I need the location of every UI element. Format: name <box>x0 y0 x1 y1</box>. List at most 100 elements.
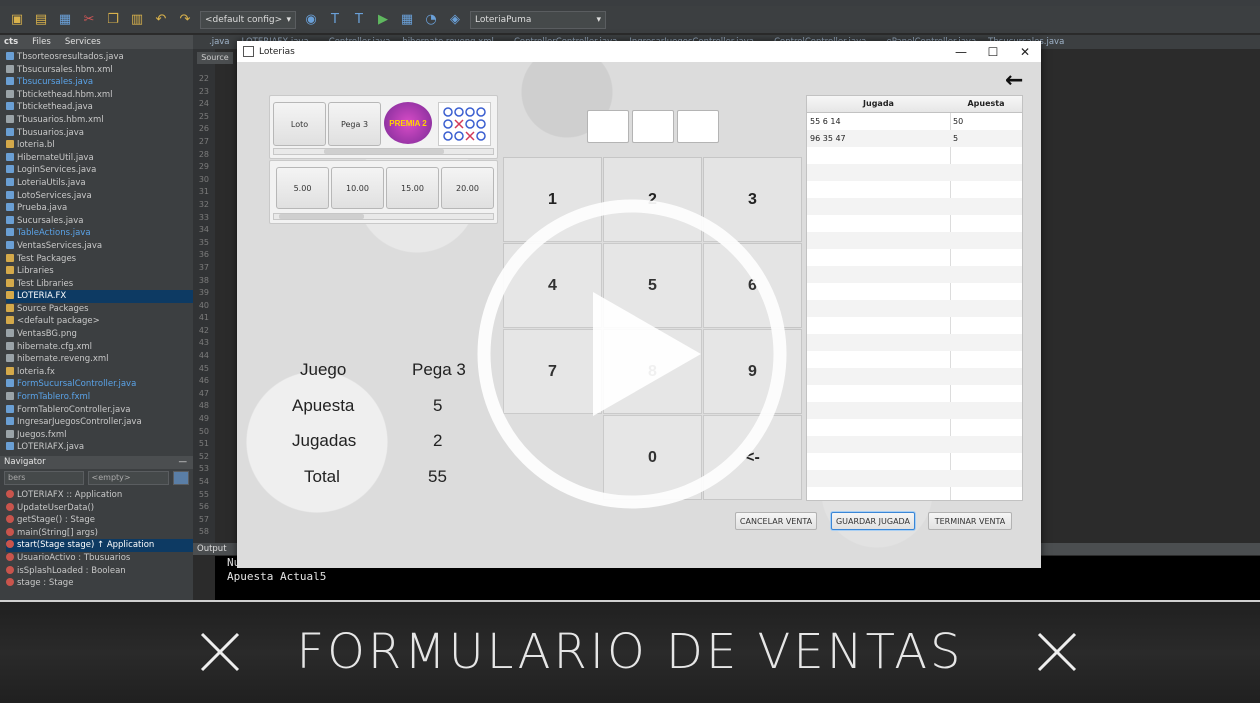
table-row[interactable] <box>807 402 1022 419</box>
tree-item[interactable]: Source Packages <box>6 303 193 316</box>
table-row[interactable] <box>807 368 1022 385</box>
tree-item[interactable]: Tbsucursales.java <box>6 76 193 89</box>
table-row[interactable] <box>807 198 1022 215</box>
tree-item[interactable]: IngresarJuegosController.java <box>6 416 193 429</box>
minimize-icon[interactable]: — <box>179 456 188 469</box>
project-combo[interactable]: LoteriaPuma ▾ <box>470 10 606 29</box>
tree-item[interactable]: Tbtickethead.java <box>6 101 193 114</box>
tree-item[interactable]: HibernateUtil.java <box>6 152 193 165</box>
table-row[interactable] <box>807 164 1022 181</box>
table-row[interactable] <box>807 147 1022 164</box>
tree-item[interactable]: <default package> <box>6 315 193 328</box>
game-button-loto[interactable]: Loto <box>273 102 326 146</box>
tree-item[interactable]: Test Libraries <box>6 278 193 291</box>
globe-icon[interactable]: ◉ <box>302 11 320 29</box>
tree-item[interactable]: Tbtickethead.hbm.xml <box>6 89 193 102</box>
table-row[interactable] <box>807 215 1022 232</box>
cut-icon[interactable]: ✂ <box>80 11 98 29</box>
java-icon[interactable]: ◈ <box>446 11 464 29</box>
table-row[interactable] <box>807 181 1022 198</box>
tree-item[interactable]: Test Packages <box>6 253 193 266</box>
navigator-item[interactable]: getStage() : Stage <box>6 514 193 527</box>
output-title[interactable]: Output <box>197 544 227 554</box>
table-row[interactable] <box>807 351 1022 368</box>
navigator-item[interactable]: main(String[] args) <box>6 527 193 540</box>
source-tab[interactable]: Source <box>197 52 233 64</box>
grid-game-logo[interactable] <box>438 102 491 146</box>
table-row[interactable] <box>807 470 1022 487</box>
table-row[interactable] <box>807 419 1022 436</box>
maximize-button[interactable]: ☐ <box>977 41 1009 62</box>
tree-item[interactable]: FormTableroController.java <box>6 404 193 417</box>
tree-item[interactable]: LotoServices.java <box>6 190 193 203</box>
table-row[interactable]: 55 6 14 50 <box>807 113 1022 130</box>
tree-item[interactable]: FormTablero.fxml <box>6 391 193 404</box>
tree-item[interactable]: hibernate.reveng.xml <box>6 353 193 366</box>
tree-item[interactable]: TableActions.java <box>6 227 193 240</box>
navigator-members-combo[interactable]: bers <box>4 471 84 485</box>
tree-item[interactable]: Tbusuarios.hbm.xml <box>6 114 193 127</box>
copy-icon[interactable]: ❐ <box>104 11 122 29</box>
finish-sale-button[interactable]: TERMINAR VENTA <box>928 512 1012 530</box>
navigator-item[interactable]: LOTERIAFX :: Application <box>6 489 193 502</box>
table-header-jugada[interactable]: Jugada <box>807 96 950 113</box>
table-row[interactable] <box>807 266 1022 283</box>
play-video-icon[interactable] <box>473 195 791 513</box>
cancel-sale-button[interactable]: CANCELAR VENTA <box>735 512 817 530</box>
table-row[interactable] <box>807 436 1022 453</box>
debug-icon[interactable]: ▦ <box>398 11 416 29</box>
paste-icon[interactable]: ▥ <box>128 11 146 29</box>
navigator-sort-icon[interactable] <box>173 471 189 485</box>
amount-button-10[interactable]: 10.00 <box>331 167 384 209</box>
navigator-filter-combo[interactable]: <empty> <box>87 471 170 485</box>
save-all-icon[interactable]: ▦ <box>56 11 74 29</box>
editor-tab[interactable]: .java <box>209 37 230 47</box>
tree-item[interactable]: Tbusuarios.java <box>6 127 193 140</box>
table-row[interactable] <box>807 283 1022 300</box>
jugadas-table[interactable]: Jugada Apuesta 55 6 14 50 96 35 47 5 <box>806 95 1023 501</box>
minimize-button[interactable]: — <box>945 41 977 62</box>
table-header-apuesta[interactable]: Apuesta <box>950 96 1022 113</box>
table-row[interactable]: 96 35 47 5 <box>807 130 1022 147</box>
game-button-pega3[interactable]: Pega 3 <box>328 102 381 146</box>
clean-build-icon[interactable]: T <box>350 11 368 29</box>
table-row[interactable] <box>807 317 1022 334</box>
table-row[interactable] <box>807 453 1022 470</box>
new-file-icon[interactable]: ▤ <box>32 11 50 29</box>
tree-item[interactable]: LoteriaUtils.java <box>6 177 193 190</box>
tree-item[interactable]: VentasServices.java <box>6 240 193 253</box>
table-row[interactable] <box>807 300 1022 317</box>
tree-item[interactable]: loteria.bl <box>6 139 193 152</box>
tree-item[interactable]: Tbsucursales.hbm.xml <box>6 64 193 77</box>
tree-item[interactable]: Libraries <box>6 265 193 278</box>
redo-icon[interactable]: ↷ <box>176 11 194 29</box>
tree-item[interactable]: LOTERIAFX.java <box>6 441 193 454</box>
tab-services[interactable]: Services <box>65 35 101 49</box>
table-row[interactable] <box>807 385 1022 402</box>
tree-item[interactable]: LoginServices.java <box>6 164 193 177</box>
navigator-item[interactable]: isSplashLoaded : Boolean <box>6 565 193 578</box>
tab-projects[interactable]: cts <box>4 35 18 49</box>
amount-scrollbar[interactable] <box>273 213 494 220</box>
navigator-item[interactable]: UpdateUserData() <box>6 502 193 515</box>
tree-item[interactable]: FormSucursalController.java <box>6 378 193 391</box>
back-arrow-icon[interactable]: ← <box>1005 68 1023 93</box>
table-row[interactable] <box>807 249 1022 266</box>
tree-item[interactable]: LOTERIA.FX <box>6 290 193 303</box>
premia2-logo[interactable]: PREMIA 2 <box>384 102 432 144</box>
tree-item[interactable]: VentasBG.png <box>6 328 193 341</box>
navigator-item[interactable]: stage : Stage <box>6 577 193 590</box>
profile-icon[interactable]: ◔ <box>422 11 440 29</box>
new-project-icon[interactable]: ▣ <box>8 11 26 29</box>
tree-item[interactable]: Tbsorteosresultados.java <box>6 51 193 64</box>
navigator-item[interactable]: start(Stage stage) ↑ Application <box>6 539 193 552</box>
config-combo[interactable]: <default config> ▾ <box>200 10 296 29</box>
tree-item[interactable]: Sucursales.java <box>6 215 193 228</box>
table-row[interactable] <box>807 487 1022 504</box>
navigator-item[interactable]: UsuarioActivo : Tbusuarios <box>6 552 193 565</box>
tree-item[interactable]: Juegos.fxml <box>6 429 193 442</box>
tree-item[interactable]: Prueba.java <box>6 202 193 215</box>
undo-icon[interactable]: ↶ <box>152 11 170 29</box>
table-row[interactable] <box>807 334 1022 351</box>
build-icon[interactable]: T <box>326 11 344 29</box>
